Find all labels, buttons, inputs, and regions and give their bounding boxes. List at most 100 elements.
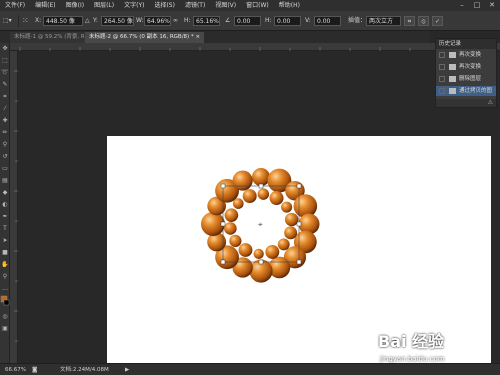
gradient-tool-icon[interactable]: ▤ bbox=[0, 175, 10, 187]
sphere bbox=[229, 234, 242, 248]
sphere bbox=[277, 238, 290, 251]
y-label: Y: bbox=[93, 17, 98, 24]
maximize-icon[interactable]: □ bbox=[470, 0, 484, 11]
shape-tool-icon[interactable]: ■ bbox=[0, 247, 10, 259]
sphere bbox=[284, 226, 298, 240]
history-snapshot-icon[interactable]: ⚠ bbox=[488, 99, 493, 106]
cancel-transform-icon[interactable]: ⦸ bbox=[418, 16, 429, 26]
dodge-tool-icon[interactable]: ◐ bbox=[0, 199, 10, 211]
sphere bbox=[284, 212, 299, 227]
history-state-icon bbox=[449, 64, 456, 70]
history-brush-source-icon[interactable] bbox=[439, 64, 445, 70]
lasso-tool-icon[interactable]: ➰ bbox=[0, 67, 10, 79]
transform-handle[interactable] bbox=[220, 259, 226, 265]
x-field[interactable]: 448.50 像 bbox=[43, 16, 83, 26]
menu-type[interactable]: 文字(Y) bbox=[119, 0, 149, 11]
w-field[interactable]: 64.96% bbox=[144, 16, 171, 26]
h-skew-field[interactable]: 0.00 bbox=[274, 16, 301, 26]
sphere bbox=[269, 191, 284, 206]
delta-icon[interactable]: △ bbox=[85, 15, 90, 27]
minimize-icon[interactable]: – bbox=[455, 0, 469, 11]
divider bbox=[18, 15, 19, 27]
close-icon[interactable]: ✕ bbox=[485, 0, 499, 11]
transform-handle[interactable] bbox=[296, 183, 302, 189]
y-field[interactable]: 264.50 像 bbox=[101, 16, 134, 26]
history-item-label: 删除图层 bbox=[459, 76, 482, 82]
history-brush-source-icon[interactable] bbox=[439, 88, 445, 94]
path-select-tool-icon[interactable]: ➤ bbox=[0, 235, 10, 247]
interpolation-label: 插值： bbox=[348, 17, 367, 24]
transform-handle[interactable] bbox=[296, 221, 302, 227]
menu-view[interactable]: 视图(V) bbox=[210, 0, 241, 11]
v-skew-field[interactable]: 0.00 bbox=[314, 16, 341, 26]
history-brush-source-icon[interactable] bbox=[439, 76, 445, 82]
vertical-ruler bbox=[10, 51, 18, 363]
reference-point-icon[interactable]: ⌖ bbox=[258, 220, 263, 229]
sphere bbox=[253, 248, 264, 260]
interpolation-select[interactable]: 两次立方 bbox=[366, 16, 401, 26]
sphere bbox=[252, 168, 270, 186]
eyedropper-tool-icon[interactable]: ⁄ bbox=[0, 103, 10, 115]
crop-tool-icon[interactable]: ⌗ bbox=[0, 91, 10, 103]
history-panel-title[interactable]: 历史记录 bbox=[436, 39, 496, 49]
history-state-icon bbox=[449, 88, 456, 94]
move-tool-icon[interactable]: ✥ bbox=[0, 43, 10, 55]
menu-window[interactable]: 窗口(W) bbox=[241, 0, 274, 11]
menu-edit[interactable]: 编辑(E) bbox=[30, 0, 60, 11]
history-brush-source-icon[interactable] bbox=[439, 52, 445, 58]
menu-select[interactable]: 选择(S) bbox=[149, 0, 180, 11]
healing-tool-icon[interactable]: ✚ bbox=[0, 115, 10, 127]
eraser-tool-icon[interactable]: ▭ bbox=[0, 163, 10, 175]
history-brush-tool-icon[interactable]: ↺ bbox=[0, 151, 10, 163]
status-info-icon[interactable]: ◙ bbox=[32, 364, 37, 375]
menu-image[interactable]: 图像(I) bbox=[61, 0, 89, 11]
warp-icon[interactable]: ⌗ bbox=[404, 16, 415, 26]
menu-help[interactable]: 帮助(H) bbox=[274, 0, 305, 11]
stamp-tool-icon[interactable]: ⚲ bbox=[0, 139, 10, 151]
marquee-tool-icon[interactable]: ⬚ bbox=[0, 55, 10, 67]
history-item[interactable]: 再次变换 bbox=[436, 50, 496, 60]
menu-bar: 文件(F) 编辑(E) 图像(I) 图层(L) 文字(Y) 选择(S) 滤镜(T… bbox=[0, 0, 500, 11]
transform-handle[interactable] bbox=[220, 221, 226, 227]
menu-filter[interactable]: 滤镜(T) bbox=[180, 0, 210, 11]
zoom-tool-icon[interactable]: ⚲ bbox=[0, 271, 10, 283]
link-icon[interactable]: ∞ bbox=[173, 15, 178, 27]
brush-tool-icon[interactable]: ✏ bbox=[0, 127, 10, 139]
transform-handle[interactable] bbox=[296, 259, 302, 265]
baidu-logo: Bai 经验 bbox=[378, 332, 445, 351]
sphere bbox=[238, 243, 253, 257]
screen-mode-icon[interactable]: ▣ bbox=[0, 323, 10, 335]
foreground-color-swatch[interactable] bbox=[0, 295, 10, 311]
status-menu-arrow-icon[interactable]: ▶ bbox=[125, 364, 129, 375]
hand-tool-icon[interactable]: ✋ bbox=[0, 259, 10, 271]
quick-select-tool-icon[interactable]: ✎ bbox=[0, 79, 10, 91]
history-item[interactable]: 删除图层 bbox=[436, 74, 496, 84]
document-size-info: 文档:2.24M/4.08M bbox=[60, 367, 109, 373]
sphere bbox=[224, 222, 237, 235]
transform-handle[interactable] bbox=[220, 183, 226, 189]
history-panel-footer: ⚠ bbox=[436, 99, 496, 107]
watermark-url: jingyan.baidu.com bbox=[380, 355, 445, 363]
type-tool-icon[interactable]: T bbox=[0, 223, 10, 235]
transform-handle[interactable] bbox=[258, 259, 264, 265]
menu-file[interactable]: 文件(F) bbox=[0, 0, 30, 11]
pen-tool-icon[interactable]: ✒ bbox=[0, 211, 10, 223]
angle-field[interactable]: 0.00 bbox=[234, 16, 261, 26]
menu-layer[interactable]: 图层(L) bbox=[89, 0, 119, 11]
canvas-workspace[interactable]: ⌖ bbox=[18, 51, 500, 375]
transform-handle[interactable] bbox=[258, 183, 264, 189]
sphere bbox=[242, 189, 257, 204]
history-item[interactable]: 再次变换 bbox=[436, 62, 496, 72]
h-field[interactable]: 65.16% bbox=[193, 16, 220, 26]
more-tools-icon[interactable]: … bbox=[0, 283, 10, 295]
quick-mask-icon[interactable]: ◎ bbox=[0, 311, 10, 323]
tab-untitled-2[interactable]: 未标题-2 @ 66.7% (0 副本 16, RGB/8) * × bbox=[85, 32, 205, 43]
reference-point-icon[interactable]: ⁙ bbox=[22, 15, 29, 27]
blur-tool-icon[interactable]: ◆ bbox=[0, 187, 10, 199]
zoom-level[interactable]: 66.67% bbox=[5, 364, 26, 375]
tool-preset-icon[interactable]: ⬚▾ bbox=[3, 15, 12, 27]
sphere bbox=[281, 201, 293, 213]
horizontal-ruler bbox=[10, 43, 500, 51]
history-item-selected[interactable]: 通过拷贝的图 bbox=[436, 86, 496, 96]
commit-transform-icon[interactable]: ✓ bbox=[432, 16, 443, 26]
